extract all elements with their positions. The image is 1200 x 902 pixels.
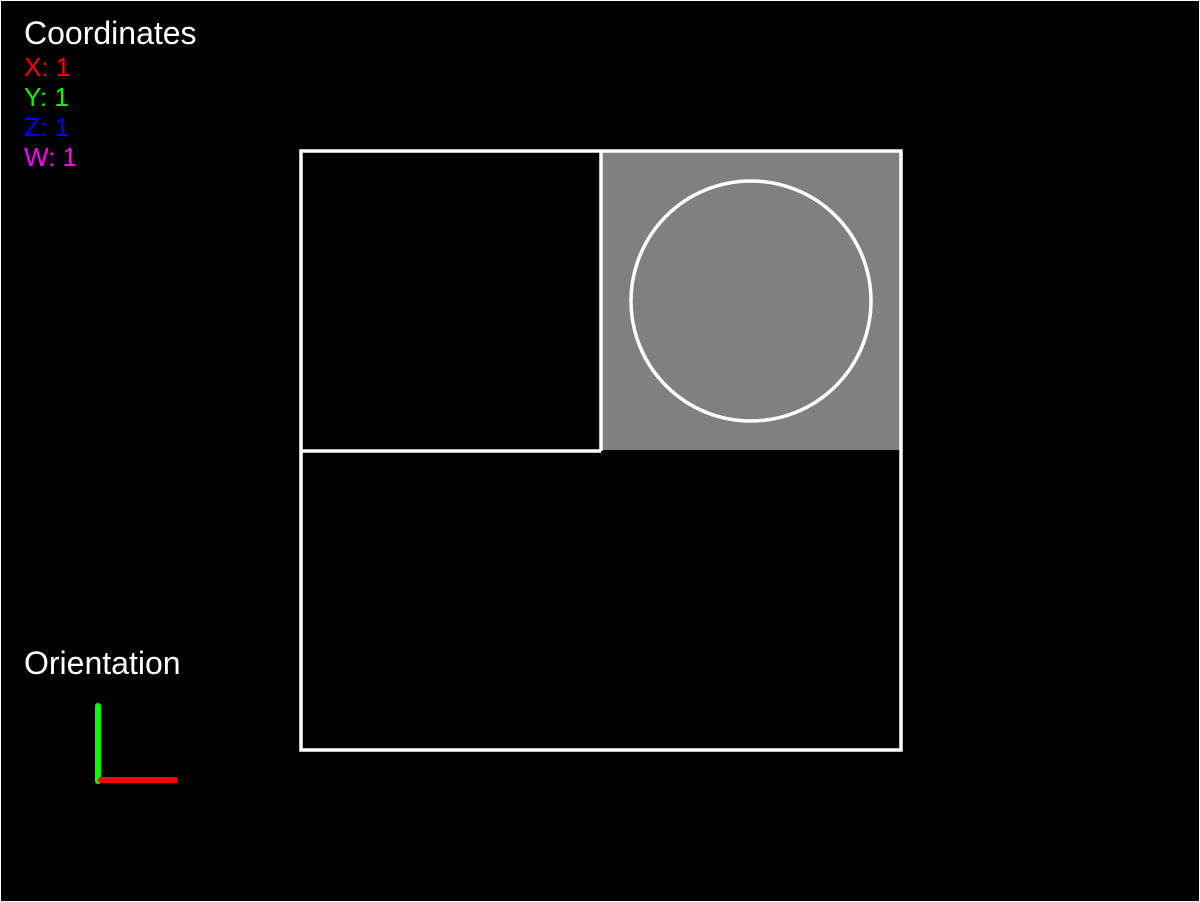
cell-bottom[interactable]: [303, 453, 899, 748]
coordinate-w-readout: W: 1: [24, 142, 77, 172]
game-scene: [95, 149, 903, 784]
cell-top-left[interactable]: [303, 153, 599, 449]
coordinate-y-readout: Y: 1: [24, 82, 69, 112]
coordinate-z-readout: Z: 1: [24, 112, 69, 142]
orientation-title: Orientation: [24, 645, 181, 681]
coordinates-title: Coordinates: [24, 15, 197, 51]
active-cell[interactable]: [601, 151, 901, 450]
coordinate-x-readout: X: 1: [24, 52, 71, 82]
